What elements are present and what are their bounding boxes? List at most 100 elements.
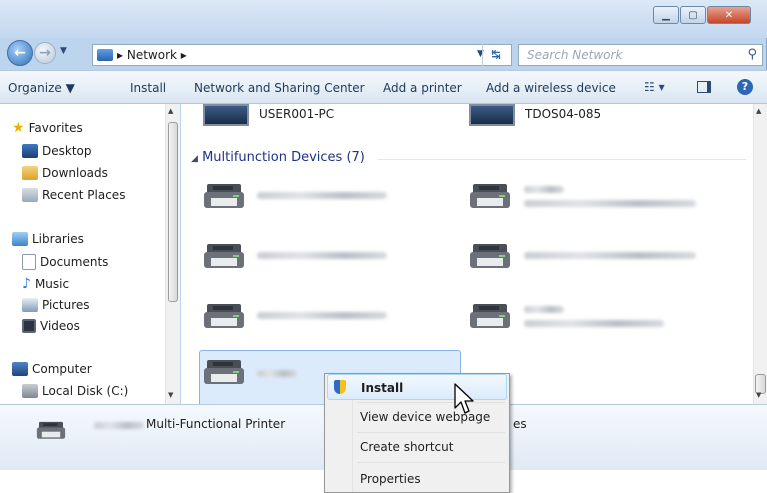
navigation-pane: ★ Favorites Desktop Downloads Recent Plac… <box>0 104 180 404</box>
add-printer-button[interactable]: Add a printer <box>383 81 462 95</box>
nav-music[interactable]: ♪ Music <box>22 276 69 292</box>
computer-icon <box>469 104 515 126</box>
collapse-icon: ◢ <box>191 154 198 164</box>
redacted-device-name <box>257 252 387 259</box>
context-menu: Install View device webpage Create short… <box>324 373 510 493</box>
address-breadcrumb[interactable]: ▸ Network ▸ <box>117 48 187 62</box>
recent-places-icon <box>22 188 38 202</box>
command-bar: Organize ▼ Install Network and Sharing C… <box>0 70 767 104</box>
redacted-device-name <box>257 192 387 199</box>
forward-arrow-icon: → <box>39 45 51 61</box>
videos-icon <box>22 319 36 333</box>
search-icon[interactable]: ⚲ <box>747 47 757 62</box>
nav-favorites[interactable]: ★ Favorites <box>12 120 83 136</box>
back-button[interactable]: ← <box>7 40 33 66</box>
nav-pictures[interactable]: Pictures <box>22 298 90 312</box>
redacted-model <box>94 422 144 429</box>
printer-icon <box>36 419 66 443</box>
printer-icon[interactable] <box>203 356 245 390</box>
add-wireless-device-button[interactable]: Add a wireless device <box>486 81 616 95</box>
computer-icon <box>12 362 28 376</box>
context-properties-label: Properties <box>360 472 421 486</box>
details-category-partial: es <box>513 417 527 431</box>
content-scrollbar[interactable]: ▲ ▼ <box>753 104 767 404</box>
content-pane: USER001-PC TDOS04-085 ◢ Multifunction De… <box>181 104 753 404</box>
nav-desktop[interactable]: Desktop <box>22 144 92 158</box>
desktop-icon <box>22 144 38 158</box>
printer-icon[interactable] <box>469 180 511 214</box>
nav-downloads[interactable]: Downloads <box>22 166 108 180</box>
recent-pages-dropdown[interactable]: ▼ <box>60 46 67 56</box>
printer-icon[interactable] <box>469 300 511 334</box>
scroll-up-icon[interactable]: ▲ <box>756 107 761 115</box>
nav-recent-places[interactable]: Recent Places <box>22 188 125 202</box>
downloads-icon <box>22 166 38 180</box>
address-bar[interactable]: ▸ Network ▸ ▼ <box>92 44 512 66</box>
menu-separator <box>357 402 505 403</box>
minimize-icon: ▁ <box>662 9 670 21</box>
context-view-webpage-item[interactable]: View device webpage <box>327 404 507 430</box>
navigation-scrollbar[interactable]: ▲ ▼ <box>165 104 180 404</box>
pictures-icon <box>22 298 38 312</box>
context-install-label: Install <box>361 381 404 395</box>
star-icon: ★ <box>12 120 25 136</box>
printer-icon[interactable] <box>469 240 511 274</box>
details-device-type: Multi-Functional Printer <box>146 417 286 431</box>
computer-item[interactable] <box>203 104 249 126</box>
refresh-button[interactable]: ↹ <box>482 44 509 66</box>
close-button[interactable]: ✕ <box>707 6 751 24</box>
install-button[interactable]: Install <box>130 81 166 95</box>
preview-pane-icon[interactable] <box>697 81 711 93</box>
nav-documents[interactable]: Documents <box>22 254 108 270</box>
redacted-device-name <box>257 370 297 377</box>
help-icon[interactable]: ? <box>737 79 753 95</box>
printer-icon[interactable] <box>203 300 245 334</box>
redacted-device-name <box>257 312 387 319</box>
mouse-cursor-icon <box>453 382 475 419</box>
context-install-item[interactable]: Install <box>327 374 507 400</box>
change-view-icon[interactable]: ☷ ▾ <box>644 80 665 94</box>
documents-icon <box>22 254 36 270</box>
context-create-shortcut-label: Create shortcut <box>360 440 454 454</box>
printer-icon[interactable] <box>203 240 245 274</box>
group-header[interactable]: ◢ Multifunction Devices (7) <box>191 150 365 165</box>
local-disk-icon <box>22 384 38 398</box>
redacted-device-name <box>524 200 696 207</box>
forward-button[interactable]: → <box>34 42 56 64</box>
maximize-button[interactable]: ▢ <box>680 6 706 24</box>
menu-separator <box>357 462 505 463</box>
redacted-device-name <box>524 320 664 327</box>
redacted-device-name <box>524 252 696 259</box>
redacted-device-name <box>524 306 564 313</box>
libraries-icon <box>12 232 28 246</box>
nav-libraries[interactable]: Libraries <box>12 232 84 246</box>
maximize-icon: ▢ <box>688 9 698 21</box>
network-icon <box>97 49 113 61</box>
computer-icon <box>203 104 249 126</box>
context-properties-item[interactable]: Properties <box>327 466 507 492</box>
computer-name-right: TDOS04-085 <box>525 107 602 121</box>
nav-local-disk[interactable]: Local Disk (C:) <box>22 384 128 398</box>
navigation-scroll-thumb[interactable] <box>168 122 178 302</box>
refresh-icon: ↹ <box>491 48 501 61</box>
nav-computer[interactable]: Computer <box>12 362 92 376</box>
nav-videos[interactable]: Videos <box>22 319 80 333</box>
music-icon: ♪ <box>22 276 31 292</box>
search-placeholder: Search Network <box>527 48 623 62</box>
scroll-down-icon[interactable]: ▼ <box>168 391 173 399</box>
menu-separator <box>357 432 505 433</box>
redacted-device-name <box>524 186 564 193</box>
minimize-button[interactable]: ▁ <box>653 6 679 24</box>
group-divider <box>378 159 746 160</box>
computer-item[interactable] <box>469 104 515 126</box>
back-arrow-icon: ← <box>14 45 26 61</box>
printer-icon[interactable] <box>203 180 245 214</box>
scroll-up-icon[interactable]: ▲ <box>168 107 173 115</box>
context-create-shortcut-item[interactable]: Create shortcut <box>327 434 507 460</box>
organize-button[interactable]: Organize ▼ <box>8 81 75 95</box>
network-sharing-center-button[interactable]: Network and Sharing Center <box>194 81 365 95</box>
title-bar <box>0 0 767 38</box>
scroll-down-icon[interactable]: ▼ <box>756 391 761 399</box>
search-input[interactable]: Search Network ⚲ <box>518 44 763 66</box>
shield-icon <box>334 380 346 394</box>
